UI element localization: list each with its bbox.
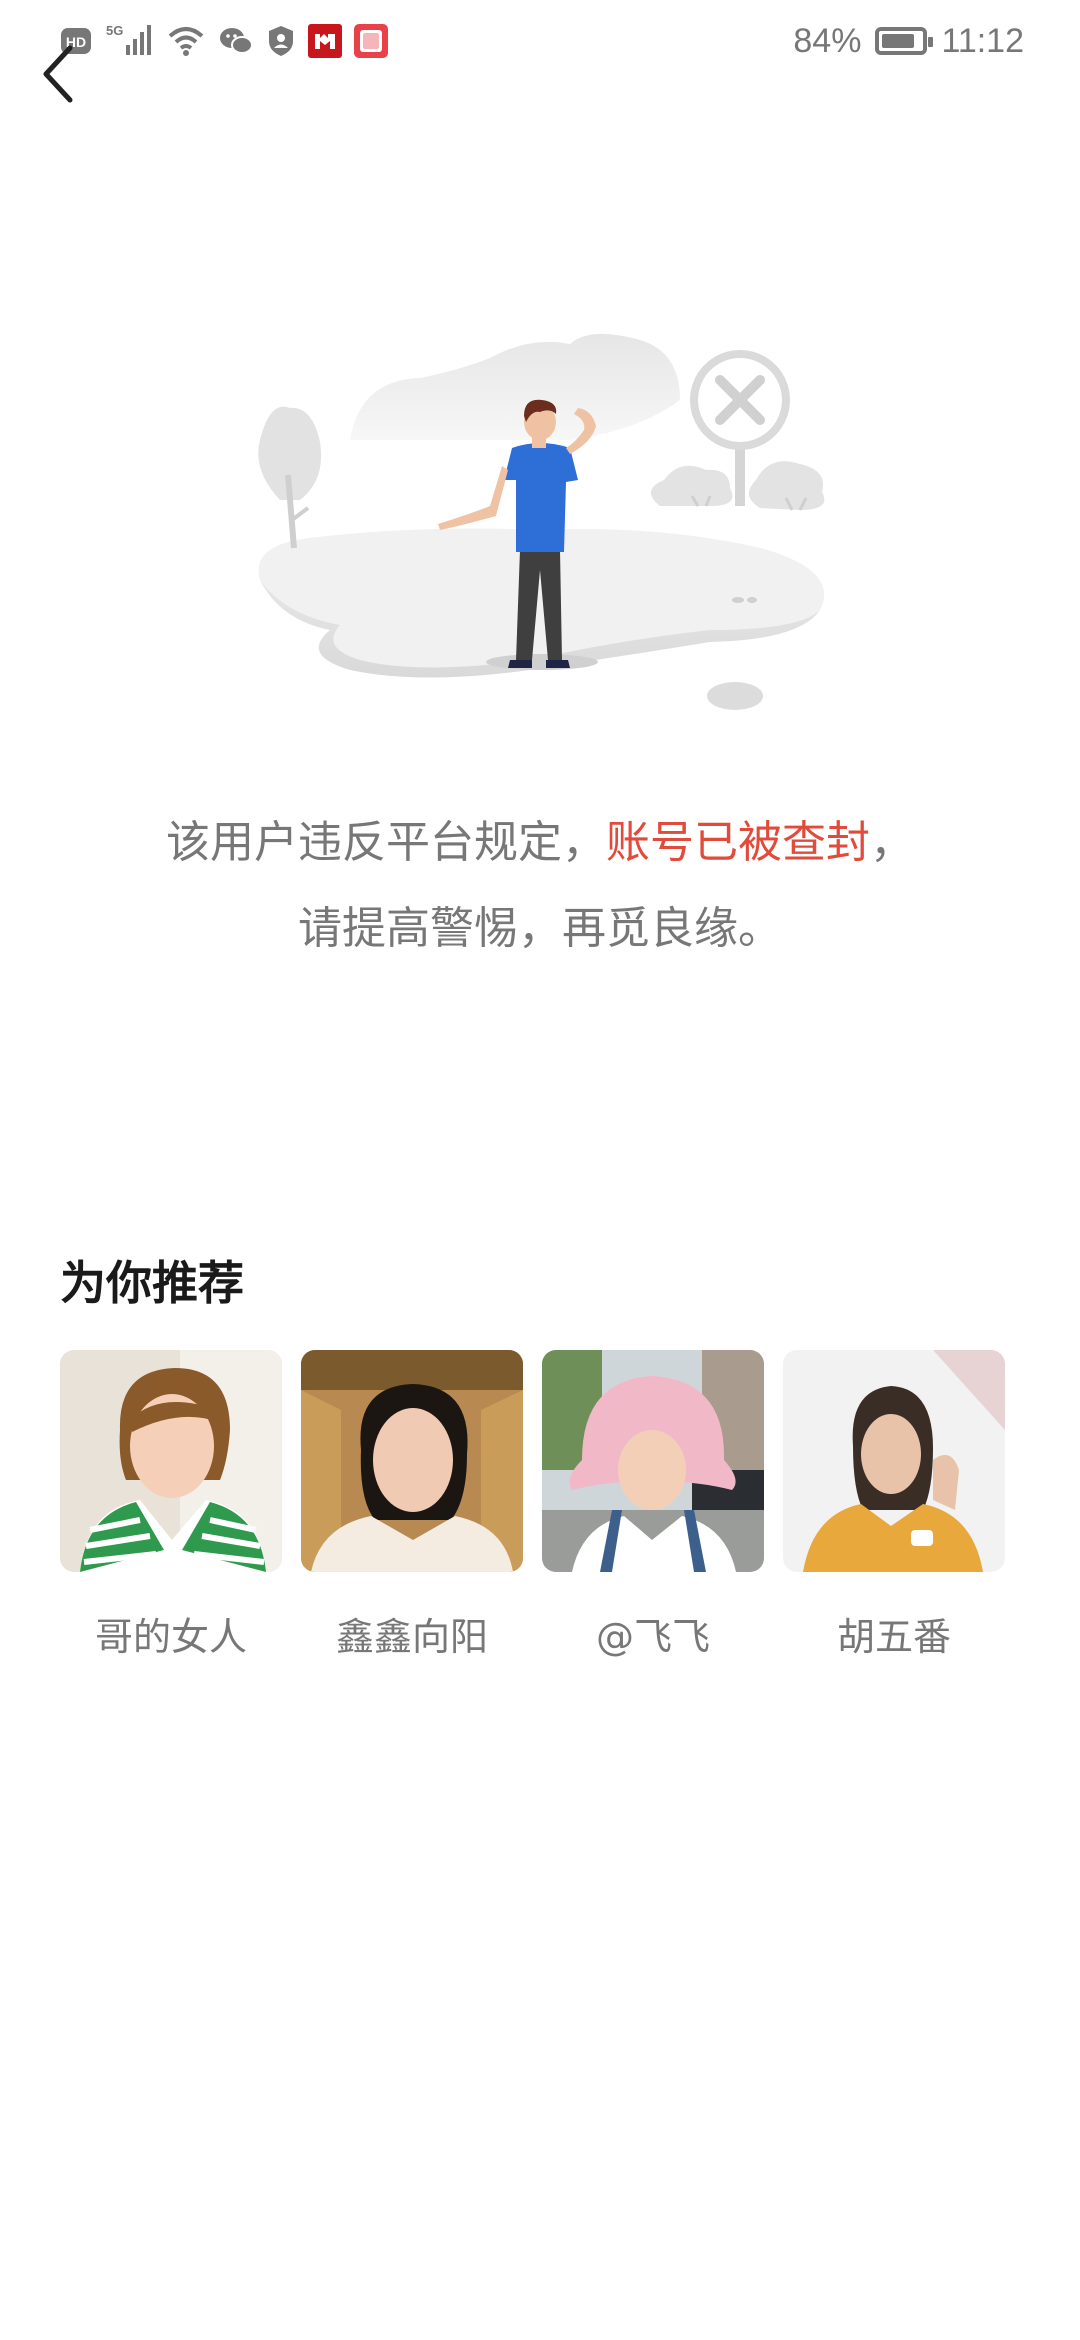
shield-icon <box>269 26 293 56</box>
recommend-card[interactable]: 胡五番 <box>783 1350 1005 1661</box>
note-icon <box>354 24 388 58</box>
notice-prefix: 该用户违反平台规定， <box>166 817 606 868</box>
chevron-left-icon <box>43 45 73 103</box>
app-icon <box>308 24 342 58</box>
wifi-icon <box>168 27 204 56</box>
blocked-user-screen: HD 5G 84% 11:12 该用户违反平台规定，账号已被查封， 请提高警惕，… <box>0 0 1080 2340</box>
recommend-name: 胡五番 <box>836 1615 951 1659</box>
wechat-icon <box>220 28 253 54</box>
notice-highlight: 账号已被查封 <box>606 817 870 868</box>
ban-notice: 该用户违反平台规定，账号已被查封， 请提高警惕，再觅良缘。 <box>0 800 1080 972</box>
recommend-name: @飞飞 <box>595 1615 710 1659</box>
recommend-title: 为你推荐 <box>60 1256 244 1310</box>
battery-icon <box>875 27 934 55</box>
status-icons-right: 84% 11:12 <box>793 18 1024 64</box>
avatar[interactable] <box>542 1350 764 1572</box>
empty-state-illustration <box>258 333 825 710</box>
status-icons-left: HD 5G <box>60 18 388 64</box>
recommend-card[interactable]: 哥的女人 <box>60 1350 282 1661</box>
recommend-name: 鑫鑫向阳 <box>335 1615 488 1659</box>
network-type-text: 5G <box>106 23 123 38</box>
recommend-list: 哥的女人 鑫鑫向阳 @飞飞 胡五番 <box>60 1350 1005 1661</box>
ban-notice-line1: 该用户违反平台规定，账号已被查封， <box>0 800 1080 886</box>
recommend-card[interactable]: @飞飞 <box>542 1350 764 1661</box>
back-button[interactable] <box>36 40 84 108</box>
avatar[interactable] <box>60 1350 282 1572</box>
ban-notice-line2: 请提高警惕，再觅良缘。 <box>298 903 782 954</box>
status-bar: HD 5G 84% 11:12 <box>0 0 1080 84</box>
clock: 11:12 <box>941 21 1024 60</box>
battery-percent: 84% <box>793 21 862 60</box>
recommend-name: 哥的女人 <box>94 1615 247 1659</box>
avatar[interactable] <box>301 1350 523 1572</box>
recommend-card[interactable]: 鑫鑫向阳 <box>301 1350 523 1661</box>
notice-suffix: ， <box>870 817 914 868</box>
battery-level-fill <box>882 34 915 48</box>
avatar[interactable] <box>783 1350 1005 1572</box>
signal-icon: 5G <box>106 23 151 55</box>
